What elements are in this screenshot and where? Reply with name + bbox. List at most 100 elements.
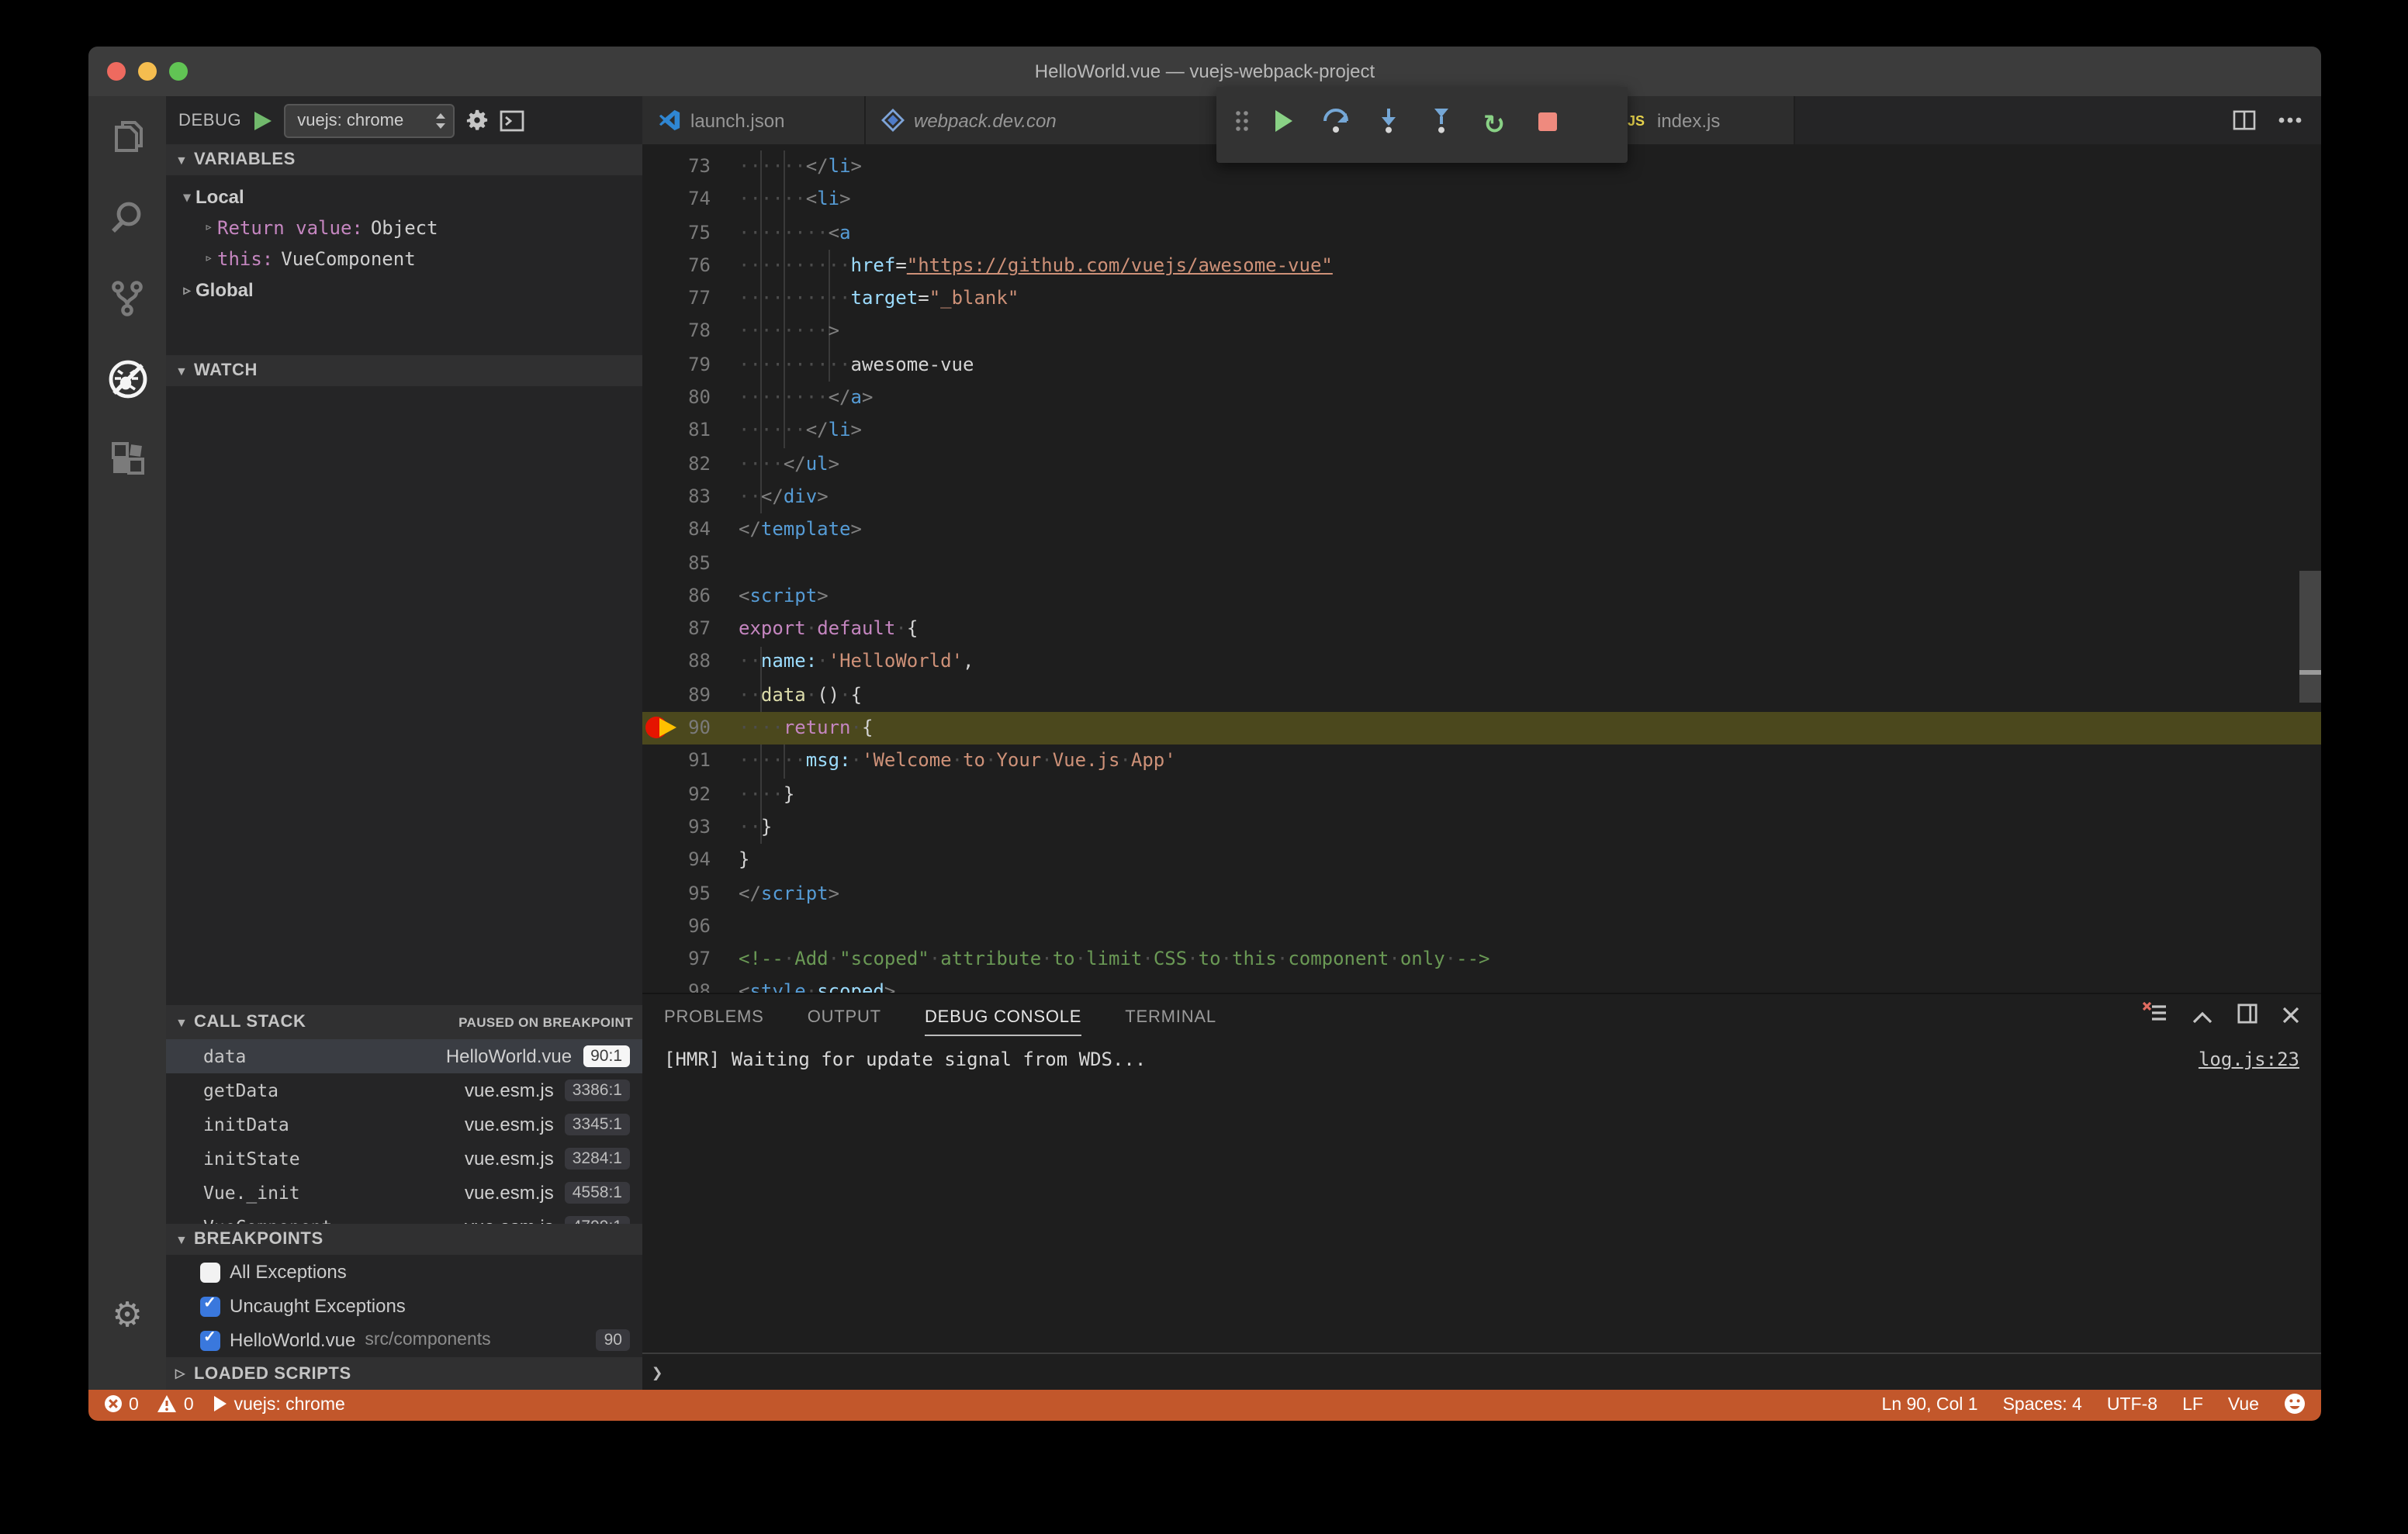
toolbar-stop[interactable] <box>1521 98 1573 151</box>
panel-panel-box[interactable] <box>2237 1003 2258 1031</box>
close-window-button[interactable] <box>107 62 126 81</box>
call-stack-frame[interactable]: Vue._initvue.esm.js4558:1 <box>166 1176 642 1210</box>
split-editor-button[interactable] <box>2233 110 2256 130</box>
editor-tab-webpack-dev-con[interactable]: webpack.dev.con <box>866 96 1221 144</box>
activitybar-files[interactable] <box>88 96 166 177</box>
loaded-scripts-section-header[interactable]: ▷ LOADED SCRIPTS <box>166 1357 642 1390</box>
play-outline-icon <box>213 1394 228 1417</box>
status-lf[interactable]: LF <box>2182 1396 2203 1415</box>
panel-tab-debug-console[interactable]: DEBUG CONSOLE <box>925 1001 1081 1032</box>
breakpoint-row[interactable]: All Exceptions <box>166 1255 642 1289</box>
code-line-80[interactable]: 80········</a> <box>642 382 2321 415</box>
code-line-97[interactable]: 97<!--·Add·"scoped"·attribute·to·limit·C… <box>642 943 2321 976</box>
source-control-icon <box>109 278 146 318</box>
toolbar-continue[interactable] <box>1257 98 1310 151</box>
code-line-77[interactable]: 77··········target="_blank" <box>642 282 2321 316</box>
code-line-85[interactable]: 85 <box>642 547 2321 580</box>
toolbar-step-out[interactable] <box>1415 98 1468 151</box>
variable-row[interactable]: ▹this:VueComponent <box>166 247 642 271</box>
code-line-75[interactable]: 75········<a <box>642 216 2321 250</box>
code-editor[interactable]: 72········</a>73······</li>74······<li>7… <box>642 144 2321 994</box>
debug-console-button[interactable] <box>499 109 524 131</box>
call-stack-frame[interactable]: dataHelloWorld.vue90:1 <box>166 1039 642 1073</box>
panel-chevron-up[interactable] <box>2192 1003 2213 1031</box>
code-line-84[interactable]: 84</template> <box>642 514 2321 548</box>
minimize-window-button[interactable] <box>138 62 157 81</box>
variables-section-header[interactable]: ▼ VARIABLES <box>166 144 642 175</box>
code-line-87[interactable]: 87export·default·{ <box>642 613 2321 646</box>
configure-gear-button[interactable] <box>465 109 488 132</box>
code-line-83[interactable]: 83··</div> <box>642 481 2321 514</box>
variables-scope-row[interactable]: ▹Global <box>166 278 642 302</box>
code-line-88[interactable]: 88··name:·'HelloWorld', <box>642 646 2321 679</box>
code-line-89[interactable]: 89··data·()·{ <box>642 679 2321 713</box>
activitybar-debug[interactable] <box>88 338 166 419</box>
panel-clear-console[interactable] <box>2143 1002 2168 1031</box>
toolbar-step-over[interactable] <box>1310 98 1362 151</box>
breakpoint-checkbox[interactable] <box>200 1330 220 1350</box>
editor-tab-launch-json[interactable]: launch.json <box>642 96 866 144</box>
panel-tab-terminal[interactable]: TERMINAL <box>1125 1001 1216 1032</box>
code-line-74[interactable]: 74······<li> <box>642 184 2321 217</box>
settings-gear-button[interactable]: ⚙ <box>88 1284 166 1346</box>
call-stack-frame[interactable]: initStatevue.esm.js3284:1 <box>166 1142 642 1176</box>
variable-row[interactable]: ▹Return value:Object <box>166 216 642 240</box>
code-line-81[interactable]: 81······</li> <box>642 415 2321 448</box>
zoom-window-button[interactable] <box>169 62 188 81</box>
chevron-expanded-icon: ▼ <box>175 364 194 378</box>
code-line-98[interactable]: 98<style·scoped> <box>642 976 2321 994</box>
breakpoint-row[interactable]: Uncaught Exceptions <box>166 1289 642 1323</box>
watch-section-header[interactable]: ▼ WATCH <box>166 355 642 386</box>
call-stack-frame[interactable]: VueComponentvue.esm.js4799:1 <box>166 1210 642 1224</box>
more-actions-button[interactable] <box>2278 116 2302 124</box>
stop-icon <box>1537 111 1557 139</box>
call-stack-section-header[interactable]: ▼ CALL STACK PAUSED ON BREAKPOINT <box>166 1005 642 1039</box>
call-stack-frame[interactable]: initDatavue.esm.js3345:1 <box>166 1107 642 1142</box>
status-feedback[interactable] <box>2284 1392 2306 1418</box>
status-vue[interactable]: Vue <box>2228 1396 2259 1415</box>
toolbar-grip[interactable] <box>1226 98 1257 151</box>
code-line-79[interactable]: 79··········awesome-vue <box>642 349 2321 382</box>
code-line-96[interactable]: 96 <box>642 910 2321 944</box>
panel-tab-output[interactable]: OUTPUT <box>808 1001 881 1032</box>
panel-tab-problems[interactable]: PROBLEMS <box>664 1001 764 1032</box>
status-play-outline[interactable]: vuejs: chrome <box>213 1394 345 1417</box>
code-line-78[interactable]: 78········> <box>642 316 2321 349</box>
console-source-link[interactable]: log.js:23 <box>2199 1049 2299 1070</box>
editor-scrollbar[interactable] <box>2299 571 2321 703</box>
activitybar-extensions[interactable] <box>88 419 166 499</box>
breakpoint-checkbox[interactable] <box>200 1262 220 1282</box>
variables-scope-row[interactable]: ▾Local <box>166 185 642 209</box>
debug-config-select[interactable]: vuejs: chrome <box>283 103 454 137</box>
activitybar-search[interactable] <box>88 177 166 257</box>
status-ln[interactable]: Ln 90, Col 1 <box>1882 1396 1978 1415</box>
code-line-95[interactable]: 95</script> <box>642 877 2321 910</box>
breakpoints-section-header[interactable]: ▼ BREAKPOINTS <box>166 1224 642 1255</box>
code-line-93[interactable]: 93··} <box>642 811 2321 845</box>
toolbar-step-into[interactable] <box>1362 98 1415 151</box>
status-spaces[interactable]: Spaces: 4 <box>2003 1396 2082 1415</box>
code-line-90[interactable]: 90····return·{ <box>642 712 2321 745</box>
code-line-76[interactable]: 76··········href="https://github.com/vue… <box>642 250 2321 283</box>
code-line-92[interactable]: 92····} <box>642 778 2321 811</box>
start-debug-button[interactable] <box>252 109 272 131</box>
code-line-86[interactable]: 86<script> <box>642 580 2321 613</box>
toolbar-restart[interactable]: ↻ <box>1468 98 1521 151</box>
debug-toolbar[interactable]: ↻ <box>1216 87 1628 163</box>
debug-console-input[interactable]: ❯ <box>642 1353 2321 1390</box>
breakpoint-row[interactable]: HelloWorld.vuesrc/components90 <box>166 1323 642 1357</box>
status-utf-8[interactable]: UTF-8 <box>2107 1396 2157 1415</box>
editor-tab-index-js[interactable]: JSindex.js <box>1609 96 1795 144</box>
code-line-91[interactable]: 91······msg:·'Welcome·to·Your·Vue.js·App… <box>642 745 2321 779</box>
code-line-82[interactable]: 82····</ul> <box>642 447 2321 481</box>
status-warning[interactable]: 0 <box>157 1394 194 1417</box>
breakpoint-checkbox[interactable] <box>200 1296 220 1316</box>
status-error[interactable]: 0 <box>104 1394 139 1417</box>
panel-close[interactable] <box>2282 1003 2299 1031</box>
frame-function: initData <box>203 1114 289 1135</box>
code-line-94[interactable]: 94} <box>642 844 2321 877</box>
call-stack-frame[interactable]: getDatavue.esm.js3386:1 <box>166 1073 642 1107</box>
title-bar[interactable]: HelloWorld.vue — vuejs-webpack-project <box>88 47 2321 96</box>
chevron-icon: ▹ <box>178 282 195 299</box>
activitybar-source-control[interactable] <box>88 257 166 338</box>
